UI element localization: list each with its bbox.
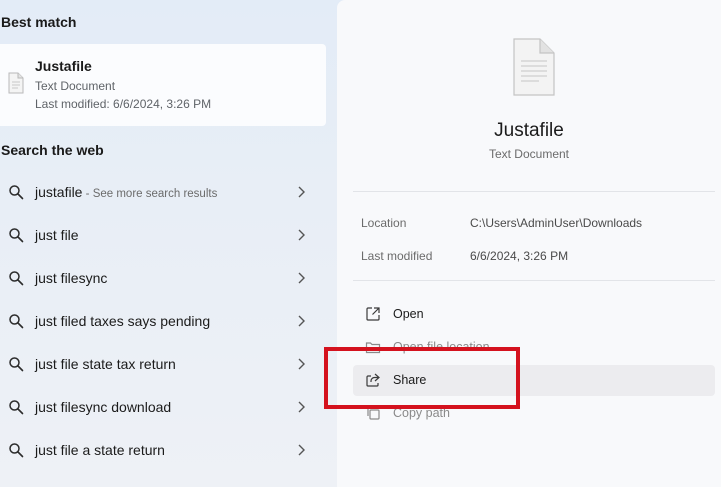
preview-type: Text Document [488,147,570,161]
web-search-item[interactable]: justafile - See more search results [0,172,326,212]
best-match-type: Text Document [35,79,116,93]
web-search-item[interactable]: just file [0,215,326,255]
web-search-hint: - See more search results [82,188,218,200]
folder-icon [365,342,381,354]
chevron-right-icon [298,444,305,456]
last-modified-label: Last modified [361,249,433,263]
search-results-panel: Best match Justafile Text Document Last … [0,0,337,487]
web-search-label: just file a state return [35,442,165,458]
web-search-item[interactable]: just file a state return [0,430,326,470]
divider [353,280,715,281]
text-document-icon [8,72,24,94]
web-search-query: just filesync download [35,399,172,415]
chevron-right-icon [298,358,305,370]
chevron-right-icon [298,229,305,241]
web-search-query: just file state tax return [35,356,176,372]
share-action[interactable]: Share [353,365,715,396]
copy-path-action[interactable]: Copy path [353,398,715,429]
search-web-heading: Search the web [1,142,104,158]
best-match-heading: Best match [1,14,77,30]
web-search-label: just file [35,227,79,243]
share-icon [366,373,380,387]
open-file-location-action[interactable]: Open file location [353,332,715,363]
web-search-label: justafile - See more search results [35,184,217,200]
best-match-result[interactable]: Justafile Text Document Last modified: 6… [0,44,326,126]
best-match-modified: Last modified: 6/6/2024, 3:26 PM [35,97,212,111]
share-label: Share [393,373,427,387]
web-search-query: just filesync [35,270,108,286]
copy-path-label: Copy path [393,406,450,420]
search-icon [9,314,24,329]
search-icon [9,443,24,458]
search-icon [9,228,24,243]
search-icon [9,400,24,415]
web-search-label: just filesync download [35,399,171,415]
search-icon [9,185,24,200]
web-search-query: just file a state return [35,442,165,458]
preview-panel: Justafile Text Document Location C:\User… [337,0,721,487]
web-search-label: just filesync [35,270,107,286]
chevron-right-icon [298,401,305,413]
search-icon [9,357,24,372]
web-search-item[interactable]: just file state tax return [0,344,326,384]
chevron-right-icon [298,186,305,198]
web-search-query: justafile [35,184,83,200]
chevron-right-icon [298,315,305,327]
web-search-item[interactable]: just filed taxes says pending [0,301,326,341]
open-label: Open [393,307,424,321]
chevron-right-icon [298,272,305,284]
search-icon [9,271,24,286]
web-search-query: just file [35,227,79,243]
best-match-title: Justafile [35,58,92,74]
web-search-label: just filed taxes says pending [35,313,210,329]
location-label: Location [361,216,407,230]
last-modified-value: 6/6/2024, 3:26 PM [470,249,569,263]
web-search-label: just file state tax return [35,356,176,372]
preview-title: Justafile [494,120,564,141]
copy-icon [367,406,380,420]
open-external-icon [366,307,380,321]
web-search-item[interactable]: just filesync download [0,387,326,427]
divider [353,191,715,192]
open-file-location-label: Open file location [393,340,490,354]
open-action[interactable]: Open [353,299,715,330]
text-document-icon [513,38,555,96]
web-search-item[interactable]: just filesync [0,258,326,298]
location-value: C:\Users\AdminUser\Downloads [470,216,643,230]
web-search-query: just filed taxes says pending [35,313,211,329]
